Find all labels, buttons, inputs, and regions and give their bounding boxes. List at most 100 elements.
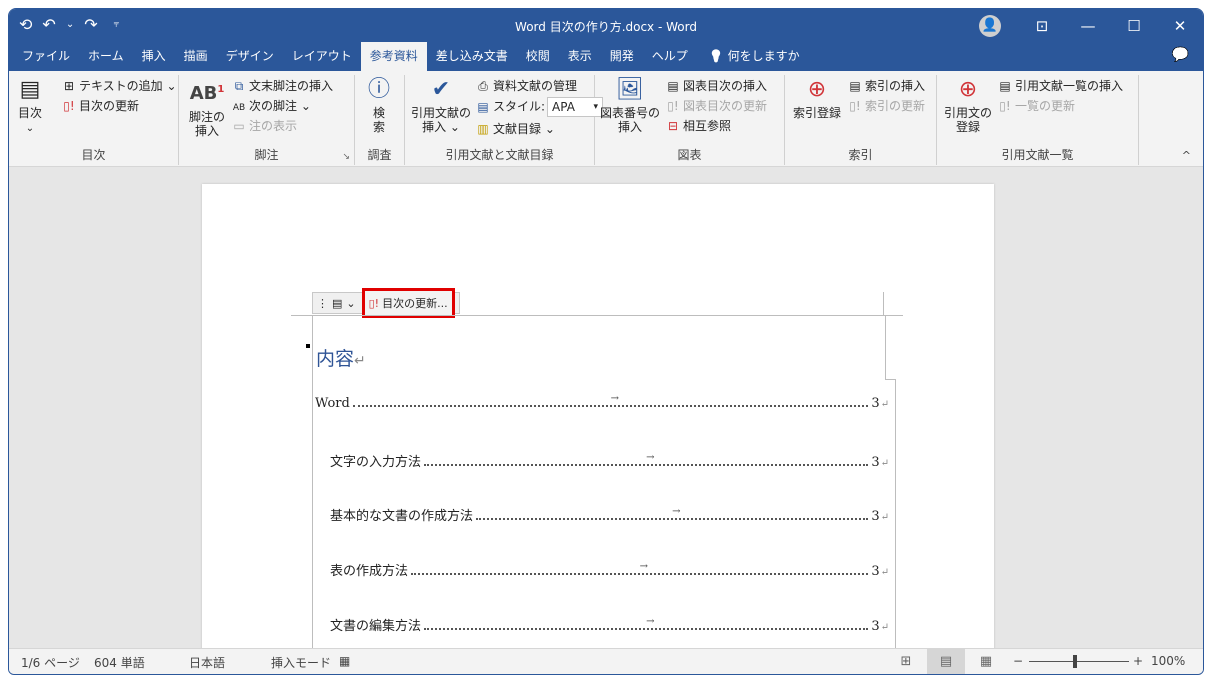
toc-entry[interactable]: Word → 3 ↵	[315, 393, 889, 411]
paragraph-mark: ↵	[354, 353, 366, 369]
insert-mode[interactable]: 挿入モード	[271, 654, 331, 671]
toc-icon[interactable]: ▤	[332, 297, 342, 310]
update-index-label: 索引の更新	[865, 99, 926, 113]
insert-tof-label: 図表目次の挿入	[683, 79, 768, 93]
insert-tof-button[interactable]: ▤ 図表目次の挿入	[665, 77, 767, 95]
update-toc-button[interactable]: ▯! 目次の更新	[61, 97, 139, 115]
style-selector[interactable]: ▤ スタイル: APA ▾	[475, 97, 604, 117]
tab-mailings[interactable]: 差し込み文書	[427, 42, 517, 71]
mark-citation-label-2: 登録	[955, 120, 980, 134]
next-footnote-button[interactable]: AB 次の脚注 ⌄	[231, 97, 311, 117]
tab-view[interactable]: 表示	[559, 42, 601, 71]
tab-mark: →	[646, 452, 655, 463]
minimize-icon[interactable]: —	[1065, 17, 1111, 35]
insert-endnote-button[interactable]: ⧉ 文末脚注の挿入	[231, 77, 333, 95]
macro-icon[interactable]: ▦	[339, 654, 350, 668]
toc-boundary-right	[895, 379, 896, 650]
cross-reference-button[interactable]: ⊟ 相互参照	[665, 117, 731, 135]
paragraph-mark: ↵	[880, 512, 889, 523]
toc-entry[interactable]: 文書の編集方法 → 3 ↵	[315, 615, 889, 634]
chevron-down-icon[interactable]: ⌄	[346, 297, 355, 310]
insert-citation-button[interactable]: ✔ 引用文献の 挿入 ⌄	[409, 77, 473, 134]
update-toc-control-button[interactable]: ▯! 目次の更新...	[361, 288, 455, 318]
zoom-slider-thumb[interactable]	[1073, 655, 1077, 668]
print-layout-icon[interactable]: ▤	[927, 649, 965, 674]
tab-file[interactable]: ファイル	[13, 42, 79, 71]
mark-citation-button[interactable]: ⊕ 引用文の 登録	[943, 77, 993, 134]
toc-boundary-left	[312, 315, 313, 650]
tab-layout[interactable]: レイアウト	[283, 42, 361, 71]
tab-insert[interactable]: 挿入	[133, 42, 175, 71]
toc-button[interactable]: ▤ 目次 ⌄	[15, 77, 45, 136]
zoom-level[interactable]: 100%	[1151, 654, 1185, 668]
insert-index-button[interactable]: ▤ 索引の挿入	[847, 77, 925, 95]
insert-toa-button[interactable]: ▤ 引用文献一覧の挿入	[997, 77, 1123, 95]
toc-content-control[interactable]: ⋮ ▤ ⌄ ▯! 目次の更新...	[312, 288, 460, 318]
toc-label: 目次	[17, 106, 42, 120]
tab-design[interactable]: デザイン	[217, 42, 283, 71]
insert-citation-label-2: 挿入 ⌄	[422, 120, 460, 134]
insert-footnote-button[interactable]: AB1 脚注の 挿入	[187, 77, 227, 138]
ribbon-display-icon[interactable]: ⊡	[1019, 17, 1065, 35]
cross-reference-icon: ⊟	[667, 119, 679, 133]
page-count[interactable]: 1/6 ページ	[21, 654, 80, 671]
toc-entry-text: 基本的な文書の作成方法	[330, 509, 474, 524]
account-icon[interactable]: 👤	[979, 14, 1001, 37]
update-toa-button[interactable]: ▯! 一覧の更新	[997, 97, 1075, 115]
status-bar: 1/6 ページ 604 単語 日本語 挿入モード ▦ ⊞ ▤ ▦ − + 100…	[9, 648, 1203, 674]
toc-entry-page: 3	[871, 396, 880, 411]
paragraph-mark: ↵	[880, 399, 889, 410]
update-toc-label: 目次の更新	[79, 99, 140, 113]
bibliography-button[interactable]: ▥ 文献目録 ⌄	[475, 120, 555, 138]
document-page[interactable]: ⋮ ▤ ⌄ ▯! 目次の更新... 内容↵ Word → 3 ↵ 文字の入力方法…	[202, 184, 994, 650]
comments-icon[interactable]: 💬	[1172, 47, 1189, 63]
ribbon: ▤ 目次 ⌄ ⊞ テキストの追加 ⌄ ▯! 目次の更新 目次 AB1 脚注の 挿入 …	[9, 71, 1203, 167]
group-label-research: 調査	[367, 148, 392, 162]
read-mode-icon[interactable]: ⊞	[887, 649, 925, 674]
update-tof-button[interactable]: ▯! 図表目次の更新	[665, 97, 767, 115]
tab-developer[interactable]: 開発	[601, 42, 643, 71]
tab-mark: →	[639, 561, 649, 572]
leader-dots: →	[352, 393, 869, 407]
insert-index-icon: ▤	[849, 79, 861, 93]
zoom-in-button[interactable]: +	[1133, 654, 1143, 668]
insert-caption-button[interactable]: 🖼 図表番号の 挿入	[599, 77, 661, 134]
toc-heading[interactable]: 内容↵	[316, 344, 366, 371]
paragraph-mark: ↵	[880, 567, 889, 578]
group-label-captions: 図表	[677, 148, 702, 162]
drag-handle-icon[interactable]: ⋮	[317, 297, 328, 310]
close-icon[interactable]: ✕	[1157, 17, 1203, 35]
show-notes-button[interactable]: ▭ 注の表示	[231, 117, 297, 135]
insert-index-label: 索引の挿入	[865, 79, 926, 93]
toc-entry[interactable]: 表の作成方法 → 3 ↵	[315, 560, 889, 579]
toc-entry[interactable]: 文字の入力方法 → 3 ↵	[315, 451, 889, 470]
tab-home[interactable]: ホーム	[79, 42, 133, 71]
tab-review[interactable]: 校閲	[517, 42, 559, 71]
zoom-out-button[interactable]: −	[1013, 654, 1023, 668]
zoom-slider[interactable]	[1029, 661, 1129, 662]
dialog-launcher-icon[interactable]: ↘	[342, 152, 350, 162]
manage-sources-button[interactable]: ⎙ 資料文献の管理	[475, 77, 577, 95]
tab-references[interactable]: 参考資料	[360, 42, 427, 71]
tell-me-search[interactable]: 💡 何をしますか	[709, 42, 800, 71]
footnote-icon: AB1	[189, 83, 225, 104]
show-notes-icon: ▭	[233, 119, 245, 133]
add-text-button[interactable]: ⊞ テキストの追加 ⌄	[61, 77, 177, 95]
language[interactable]: 日本語	[189, 654, 225, 671]
endnote-label: 文末脚注の挿入	[249, 79, 334, 93]
mark-entry-button[interactable]: ⊕ 索引登録	[789, 77, 845, 120]
collapse-ribbon-icon[interactable]: ^	[1182, 149, 1191, 162]
toc-entry[interactable]: 基本的な文書の作成方法 → 3 ↵	[315, 505, 889, 524]
search-button[interactable]: ⓘ 検 索	[361, 77, 397, 134]
insert-toa-icon: ▤	[999, 79, 1011, 93]
insert-caption-label-1: 図表番号の	[599, 106, 660, 120]
update-index-button[interactable]: ▯! 索引の更新	[847, 97, 925, 115]
cross-reference-label: 相互参照	[683, 119, 732, 133]
tab-help[interactable]: ヘルプ	[643, 42, 697, 71]
web-layout-icon[interactable]: ▦	[967, 649, 1005, 674]
tab-draw[interactable]: 描画	[175, 42, 217, 71]
maximize-icon[interactable]: ☐	[1111, 17, 1157, 35]
update-toa-icon: ▯!	[999, 99, 1011, 113]
word-count[interactable]: 604 単語	[94, 654, 145, 671]
group-citations: ✔ 引用文献の 挿入 ⌄ ⎙ 資料文献の管理 ▤ スタイル: APA ▾ ▥ 文献目録 ⌄…	[405, 75, 604, 165]
